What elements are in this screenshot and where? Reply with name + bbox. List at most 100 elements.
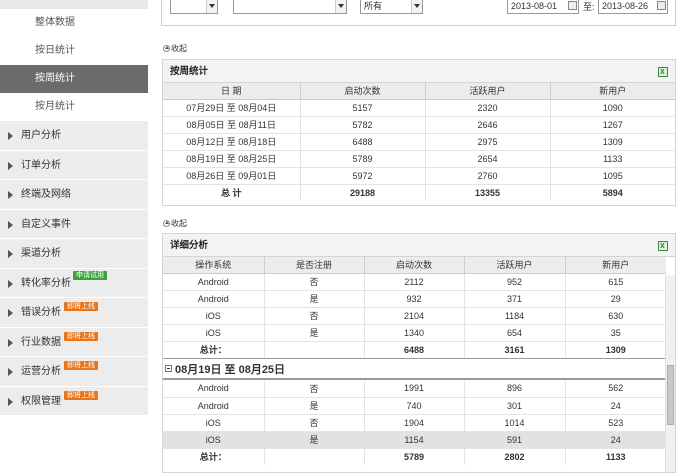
cell-new: 562: [565, 380, 666, 398]
total-launches: 6488: [364, 341, 465, 358]
detail-collapse-toggle[interactable]: 收起: [163, 218, 187, 229]
sidebar-subitem-daily[interactable]: 按日统计: [0, 37, 148, 65]
detail-table: 操作系统 是否注册 启动次数 活跃用户 新用户 Android 否 2112 952 6…: [163, 257, 666, 358]
cell-active: 654: [464, 324, 566, 342]
sidebar-section-order-analysis[interactable]: 订单分析: [0, 150, 148, 180]
sidebar-section-industry-data[interactable]: 行业数据 即将上线: [0, 327, 148, 357]
total-row: 总 计 29188 13355 5894: [163, 184, 675, 201]
table-row: 08月26日 至 09月01日 5972 2760 1095: [163, 167, 675, 185]
date-from-input[interactable]: 2013-08-01: [507, 0, 579, 14]
table-row-highlighted: iOS 是 1154 591 24: [163, 431, 666, 449]
sidebar-section-user-analysis[interactable]: 用户分析: [0, 121, 148, 151]
cell-new: 1095: [550, 167, 675, 185]
cell-launches: 1904: [364, 414, 465, 432]
sidebar-section-device-network[interactable]: 终端及网络: [0, 180, 148, 210]
cell-launches: 2112: [364, 273, 465, 291]
cell-registered: 否: [264, 273, 365, 291]
cell-new: 630: [565, 307, 666, 325]
sidebar-section-error-analysis[interactable]: 错误分析 即将上线: [0, 298, 148, 328]
sidebar-section-label: 自定义事件: [21, 218, 71, 230]
table-row: iOS 是 1340 654 35: [163, 324, 666, 342]
collapse-minus-icon[interactable]: [165, 365, 172, 372]
total-label: 总计：: [163, 341, 265, 358]
channel-select-value: 所有: [364, 1, 383, 11]
date-to-input[interactable]: 2013-08-26: [598, 0, 668, 14]
detail-analysis-panel: 详细分析 操作系统 是否注册 启动次数 活跃用户 新用户 Android否211…: [162, 233, 676, 473]
chevron-right-icon: [8, 250, 13, 258]
column-header-launches[interactable]: 启动次数: [300, 83, 426, 100]
sidebar-section-label: 转化率分析: [21, 277, 71, 289]
detail-panel-title: 详细分析: [170, 240, 209, 251]
weekly-stats-panel: 按周统计 日 期 启动次数 活跃用户 新用户 07月29日 至 08月04日51…: [162, 59, 676, 206]
sidebar-section-channel-analysis[interactable]: 渠道分析: [0, 239, 148, 269]
sidebar-subitem-weekly[interactable]: 按周统计: [0, 65, 148, 93]
cell-os: iOS: [163, 324, 265, 342]
sidebar-section-operations[interactable]: 运营分析 即将上线: [0, 357, 148, 387]
column-header-registered[interactable]: 是否注册: [264, 257, 365, 274]
vertical-scrollbar[interactable]: [665, 275, 675, 472]
table-row: Android 是 740 301 24: [163, 397, 666, 415]
column-header-active-users[interactable]: 活跃用户: [425, 83, 551, 100]
table-row: 07月29日 至 08月04日 5157 2320 1090: [163, 99, 675, 117]
cell-registered: 否: [264, 380, 365, 398]
cell-new: 1309: [550, 133, 675, 151]
column-header-date[interactable]: 日 期: [163, 83, 301, 100]
sidebar: 整体数据 按日统计 按周统计 按月统计 用户分析 订单分析 终端及网络 自定义事…: [0, 0, 148, 473]
cell-active: 301: [464, 397, 566, 415]
column-header-launches[interactable]: 启动次数: [364, 257, 465, 274]
cell-new: 24: [565, 431, 666, 449]
cell-active: 896: [464, 380, 566, 398]
scrollbar-thumb[interactable]: [667, 365, 674, 425]
chevron-right-icon: [8, 191, 13, 199]
week-group-title: 08月19日 至 08月25日: [175, 364, 286, 376]
sidebar-section-custom-events[interactable]: 自定义事件: [0, 209, 148, 239]
cell-os: Android: [163, 397, 265, 415]
cell-os: Android: [163, 273, 265, 291]
calendar-icon[interactable]: [657, 1, 666, 10]
column-header-new-users[interactable]: 新用户: [550, 83, 675, 100]
sidebar-section-label: 权限管理: [21, 395, 61, 407]
table-row: Android 否 1991 896 562: [163, 380, 666, 398]
chevron-right-icon: [8, 397, 13, 406]
detail-scroll-area[interactable]: 操作系统 是否注册 启动次数 活跃用户 新用户 Android 否 2112 952 6…: [163, 257, 666, 465]
panel-title: 按周统计: [163, 60, 675, 84]
total-label: 总 计: [163, 184, 301, 201]
version-select[interactable]: [233, 0, 347, 14]
cell-new: 523: [565, 414, 666, 432]
trial-badge: 申请试用: [73, 270, 107, 280]
table-row: 08月19日 至 08月25日 5789 2654 1133: [163, 150, 675, 168]
cell-new: 1090: [550, 99, 675, 117]
excel-export-icon[interactable]: [658, 61, 668, 84]
table-header-row: 日 期 启动次数 活跃用户 新用户: [163, 83, 675, 100]
cell-launches: 740: [364, 397, 465, 415]
group-total-row: 总计： 6488 3161 1309: [163, 341, 666, 358]
table-header-row: 操作系统 是否注册 启动次数 活跃用户 新用户: [163, 257, 666, 274]
column-header-new-users[interactable]: 新用户: [565, 257, 666, 274]
channel-select[interactable]: 所有: [360, 0, 423, 14]
weekly-table: 日 期 启动次数 活跃用户 新用户 07月29日 至 08月04日 5157 232…: [163, 83, 675, 201]
coming-soon-badge: 即将上线: [64, 302, 98, 311]
sidebar-section-label: 用户分析: [21, 130, 61, 141]
platform-select[interactable]: [170, 0, 218, 14]
total-registered: [264, 448, 365, 465]
cell-new: 1267: [550, 116, 675, 134]
sidebar-section-permissions[interactable]: 权限管理 即将上线: [0, 386, 148, 416]
week-group-header[interactable]: 08月19日 至 08月25日: [163, 358, 666, 380]
cell-launches: 6488: [300, 133, 426, 151]
cell-active: 2646: [425, 116, 551, 134]
table-row: Android 是 932 371 29: [163, 290, 666, 308]
column-header-os[interactable]: 操作系统: [163, 257, 265, 274]
cell-active: 2320: [425, 99, 551, 117]
total-new: 1309: [605, 344, 626, 355]
calendar-icon[interactable]: [568, 1, 577, 10]
column-header-active-users[interactable]: 活跃用户: [464, 257, 566, 274]
excel-export-icon[interactable]: [658, 235, 668, 258]
cell-launches: 932: [364, 290, 465, 308]
weekly-collapse-toggle[interactable]: 收起: [163, 43, 187, 54]
sidebar-section-conversion[interactable]: 转化率分析 申请试用: [0, 268, 148, 298]
collapse-label: 收起: [171, 219, 187, 228]
cell-active: 2975: [425, 133, 551, 151]
sidebar-subitem-overall[interactable]: 整体数据: [0, 9, 148, 37]
chevron-right-icon: [8, 161, 13, 170]
sidebar-subitem-monthly[interactable]: 按月统计: [0, 93, 148, 121]
